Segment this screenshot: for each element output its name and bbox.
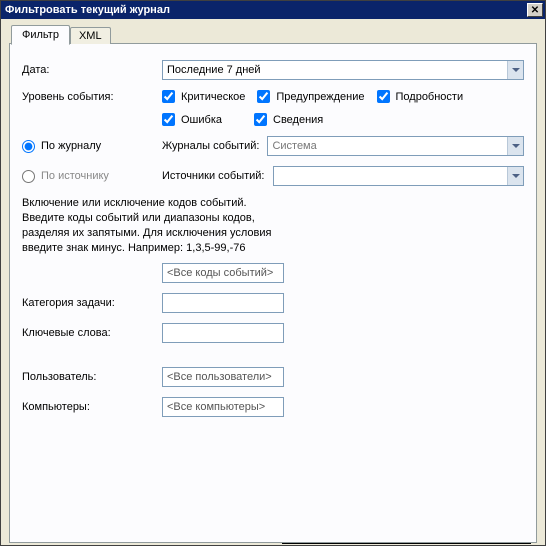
filter-panel: Дата: Последние 7 дней Уровень события: … (9, 43, 537, 543)
date-label: Дата: (22, 64, 162, 76)
codes-note: Включение или исключение кодов событий. … (22, 196, 282, 255)
level-label: Уровень события: (22, 91, 162, 103)
level-warning[interactable]: Предупреждение (257, 90, 364, 103)
titlebar: Фильтровать текущий журнал ✕ (1, 1, 545, 19)
logs-combo-value: Система (272, 140, 316, 152)
close-button[interactable]: ✕ (527, 3, 543, 17)
sources-label: Источники событий: (162, 170, 273, 182)
user-input[interactable]: <Все пользователи> (162, 367, 284, 387)
sources-combo[interactable] (273, 166, 525, 186)
tab-filter[interactable]: Фильтр (11, 25, 70, 45)
chevron-down-icon (507, 167, 523, 185)
computers-label: Компьютеры: (22, 401, 162, 413)
radio-by-source[interactable] (22, 170, 35, 183)
date-combo[interactable]: Последние 7 дней (162, 60, 524, 80)
date-combo-value: Последние 7 дней (167, 64, 261, 76)
computers-input[interactable]: <Все компьютеры> (162, 397, 284, 417)
level-critical[interactable]: Критическое (162, 90, 245, 103)
logs-combo[interactable]: Система (267, 136, 524, 156)
tab-strip: Фильтр XML (1, 19, 545, 44)
chevron-down-icon (507, 61, 523, 79)
level-info[interactable]: Сведения (254, 113, 323, 126)
level-error[interactable]: Ошибка (162, 113, 222, 126)
filter-dialog: Фильтровать текущий журнал ✕ Фильтр XML … (0, 0, 546, 546)
chevron-down-icon (507, 137, 523, 155)
by-log-label: По журналу (41, 140, 101, 152)
task-cat-input[interactable] (162, 293, 284, 313)
task-cat-label: Категория задачи: (22, 297, 162, 309)
keywords-label: Ключевые слова: (22, 327, 162, 339)
level-verbose[interactable]: Подробности (377, 90, 464, 103)
keywords-input[interactable] (162, 323, 284, 343)
window-title: Фильтровать текущий журнал (5, 4, 170, 16)
logs-label: Журналы событий: (162, 140, 267, 152)
user-label: Пользователь: (22, 371, 162, 383)
tab-xml[interactable]: XML (70, 27, 111, 44)
event-codes-input[interactable]: <Все коды событий> (162, 263, 284, 283)
by-source-label: По источнику (41, 170, 109, 182)
radio-by-log[interactable] (22, 140, 35, 153)
